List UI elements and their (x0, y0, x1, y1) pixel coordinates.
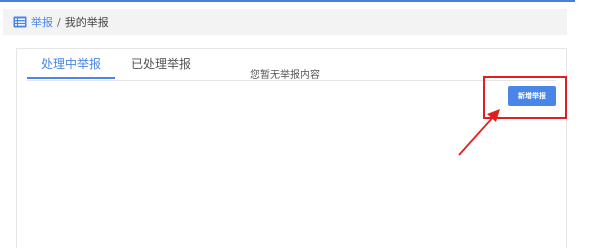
breadcrumb-parent-link[interactable]: 举报 (31, 14, 53, 30)
empty-state-message: 您暂无举报内容 (250, 70, 320, 81)
tab-processed[interactable]: 已处理举报 (119, 49, 203, 80)
breadcrumb-current: 我的举报 (64, 16, 109, 29)
tab-processing[interactable]: 处理中举报 (27, 49, 115, 80)
top-accent-line (0, 0, 575, 2)
add-report-button[interactable]: 新增举报 (508, 86, 556, 106)
active-tab-underline (27, 77, 115, 79)
breadcrumb: 举报 / 我的举报 (3, 9, 567, 35)
list-icon (13, 16, 27, 28)
breadcrumb-separator: / (57, 15, 61, 29)
